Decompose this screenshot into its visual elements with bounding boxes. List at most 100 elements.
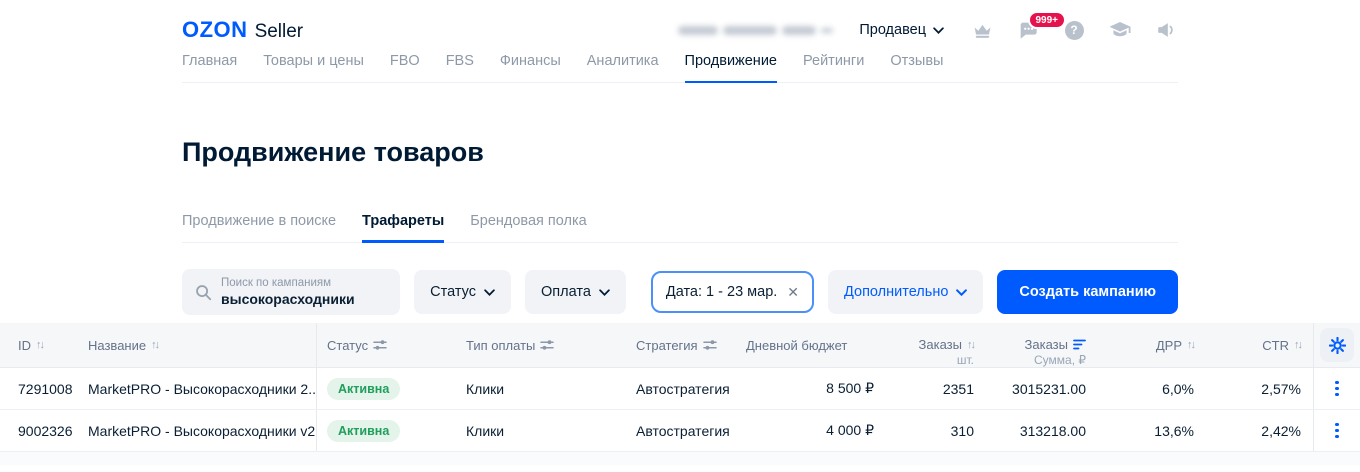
promotion-tabs: Продвижение в поиске Трафареты Брендовая… bbox=[182, 213, 1178, 243]
close-icon[interactable]: ✕ bbox=[787, 285, 799, 299]
cell-status: Активна bbox=[316, 410, 456, 451]
cell-daily-budget: 8 500 ₽ bbox=[826, 380, 874, 396]
filter-icon bbox=[373, 340, 387, 350]
logo-brand-text: OZON bbox=[182, 17, 248, 42]
main-navigation: Главная Товары и цены FBO FBS Финансы Ан… bbox=[182, 53, 1178, 83]
nav-item-finansy[interactable]: Финансы bbox=[500, 53, 561, 83]
messages-count-badge: 999+ bbox=[1028, 11, 1066, 29]
help-icon[interactable]: ? bbox=[1062, 18, 1086, 42]
cell-actions bbox=[1313, 410, 1360, 451]
sort-arrows-icon: ↑↓ bbox=[36, 339, 45, 351]
table-header-row: ID ↑↓ Название ↑↓ Статус Тип оплаты Стра… bbox=[0, 323, 1360, 368]
cell-status: Активна bbox=[316, 368, 456, 409]
cell-orders-qty: 310 bbox=[950, 422, 974, 439]
ozon-seller-promotion-page: OZON Seller Продавец 999+ ? Главная Това… bbox=[0, 0, 1360, 472]
status-filter-dropdown[interactable]: Статус bbox=[414, 270, 511, 314]
table-row[interactable]: 9002326 MarketPRO - Высокорасходники v2 … bbox=[0, 410, 1360, 452]
column-header-id[interactable]: ID ↑↓ bbox=[0, 323, 88, 367]
column-header-orders-sum[interactable]: Заказы Сумма, ₽ bbox=[986, 323, 1098, 367]
search-floating-label: Поиск по кампаниям bbox=[221, 277, 331, 290]
status-filter-label: Статус bbox=[430, 284, 476, 300]
logo-suffix-text: Seller bbox=[254, 21, 304, 42]
more-options-label: Дополнительно bbox=[844, 284, 949, 300]
cell-strategy: Автостратегия bbox=[636, 380, 730, 397]
premium-crown-icon[interactable] bbox=[970, 18, 994, 42]
search-input[interactable] bbox=[221, 290, 386, 307]
cell-drr: 13,6% bbox=[1154, 422, 1194, 439]
column-header-orders-qty[interactable]: Заказы ↑↓ шт. bbox=[886, 323, 986, 367]
chevron-down-icon bbox=[956, 288, 968, 296]
date-filter-chip[interactable]: Дата: 1 - 23 мар. ✕ bbox=[650, 271, 815, 313]
column-header-daily-budget: Дневной бюджет bbox=[746, 337, 848, 353]
nav-item-prodvizhenie[interactable]: Продвижение bbox=[684, 53, 777, 83]
chevron-down-icon bbox=[933, 26, 944, 34]
cell-ctr: 2,42% bbox=[1261, 422, 1301, 439]
tab-brendovaya-polka[interactable]: Брендовая полка bbox=[470, 213, 586, 243]
row-menu-button[interactable] bbox=[1329, 375, 1345, 403]
education-icon[interactable] bbox=[1108, 18, 1132, 42]
ozon-seller-logo[interactable]: OZON Seller bbox=[182, 17, 303, 43]
tab-trafarety[interactable]: Трафареты bbox=[362, 213, 445, 243]
cell-actions bbox=[1313, 368, 1360, 409]
cell-drr: 6,0% bbox=[1162, 380, 1194, 397]
cell-payment-type: Клики bbox=[466, 422, 505, 439]
payment-filter-label: Оплата bbox=[541, 284, 591, 300]
nav-item-reytingi[interactable]: Рейтинги bbox=[803, 53, 864, 83]
column-header-name[interactable]: Название ↑↓ bbox=[88, 323, 316, 367]
top-bar: OZON Seller Продавец 999+ ? bbox=[182, 0, 1178, 47]
page-background-strip bbox=[0, 452, 1360, 465]
cell-name: MarketPRO - Высокорасходники v2 bbox=[88, 422, 316, 439]
cell-orders-sum: 313218.00 bbox=[1019, 422, 1086, 439]
payment-filter-dropdown[interactable]: Оплата bbox=[525, 270, 626, 314]
filter-icon bbox=[702, 340, 717, 350]
tab-prodvizhenie-v-poiske[interactable]: Продвижение в поиске bbox=[182, 213, 336, 243]
sort-arrows-icon: ↑↓ bbox=[1294, 339, 1303, 351]
column-header-strategy[interactable]: Стратегия bbox=[626, 323, 736, 367]
sort-active-icon bbox=[1073, 339, 1086, 350]
cell-id: 9002326 bbox=[18, 422, 73, 439]
cell-payment-type: Клики bbox=[466, 380, 505, 397]
cell-ctr: 2,57% bbox=[1261, 380, 1301, 397]
cell-daily-budget: 4 000 ₽ bbox=[826, 422, 874, 438]
table-row[interactable]: 7291008 MarketPRO - Высокорасходники 2..… bbox=[0, 368, 1360, 410]
table-settings-button[interactable] bbox=[1320, 328, 1354, 362]
sort-arrows-icon: ↑↓ bbox=[1187, 339, 1196, 351]
column-header-payment-type[interactable]: Тип оплаты bbox=[456, 323, 626, 367]
column-header-status[interactable]: Статус bbox=[316, 323, 456, 367]
row-menu-button[interactable] bbox=[1329, 417, 1345, 445]
cell-orders-sum: 3015231.00 bbox=[1012, 380, 1086, 397]
redacted-account-name bbox=[678, 25, 834, 35]
more-options-dropdown[interactable]: Дополнительно bbox=[828, 270, 984, 314]
status-badge: Активна bbox=[327, 419, 401, 442]
seller-role-dropdown[interactable]: Продавец bbox=[859, 22, 944, 38]
cell-id: 7291008 bbox=[18, 380, 73, 397]
nav-item-glavnaya[interactable]: Главная bbox=[182, 53, 237, 83]
cell-strategy: Автостратегия bbox=[636, 422, 730, 439]
announcements-icon[interactable] bbox=[1154, 18, 1178, 42]
nav-item-fbo[interactable]: FBO bbox=[390, 53, 420, 83]
column-header-settings bbox=[1313, 323, 1360, 367]
chevron-down-icon bbox=[484, 288, 495, 296]
search-icon bbox=[194, 283, 212, 301]
cell-name: MarketPRO - Высокорасходники 2... bbox=[88, 380, 316, 397]
campaigns-table: ID ↑↓ Название ↑↓ Статус Тип оплаты Стра… bbox=[0, 323, 1360, 465]
sort-arrows-icon: ↑↓ bbox=[151, 339, 160, 351]
filters-bar: Поиск по кампаниям Статус Оплата Дата: 1… bbox=[182, 269, 1178, 315]
column-header-ctr[interactable]: CTR ↑↓ bbox=[1206, 323, 1313, 367]
nav-item-fbs[interactable]: FBS bbox=[446, 53, 474, 83]
create-campaign-button[interactable]: Создать кампанию bbox=[997, 270, 1178, 314]
gear-icon bbox=[1328, 336, 1346, 354]
messages-icon[interactable]: 999+ bbox=[1016, 11, 1066, 42]
column-header-drr[interactable]: ДРР ↑↓ bbox=[1098, 323, 1206, 367]
campaign-search-field[interactable]: Поиск по кампаниям bbox=[182, 269, 401, 315]
chevron-down-icon bbox=[599, 288, 610, 296]
nav-item-analitika[interactable]: Аналитика bbox=[587, 53, 659, 83]
nav-item-tovary-i-tseny[interactable]: Товары и цены bbox=[263, 53, 364, 83]
date-filter-label: Дата: 1 - 23 мар. bbox=[665, 284, 778, 300]
page-title: Продвижение товаров bbox=[182, 137, 484, 167]
sort-arrows-icon: ↑↓ bbox=[967, 338, 976, 351]
filter-icon bbox=[540, 340, 555, 350]
nav-item-otzyvy[interactable]: Отзывы bbox=[890, 53, 943, 83]
status-badge: Активна bbox=[327, 377, 401, 400]
question-mark-icon: ? bbox=[1064, 20, 1084, 40]
